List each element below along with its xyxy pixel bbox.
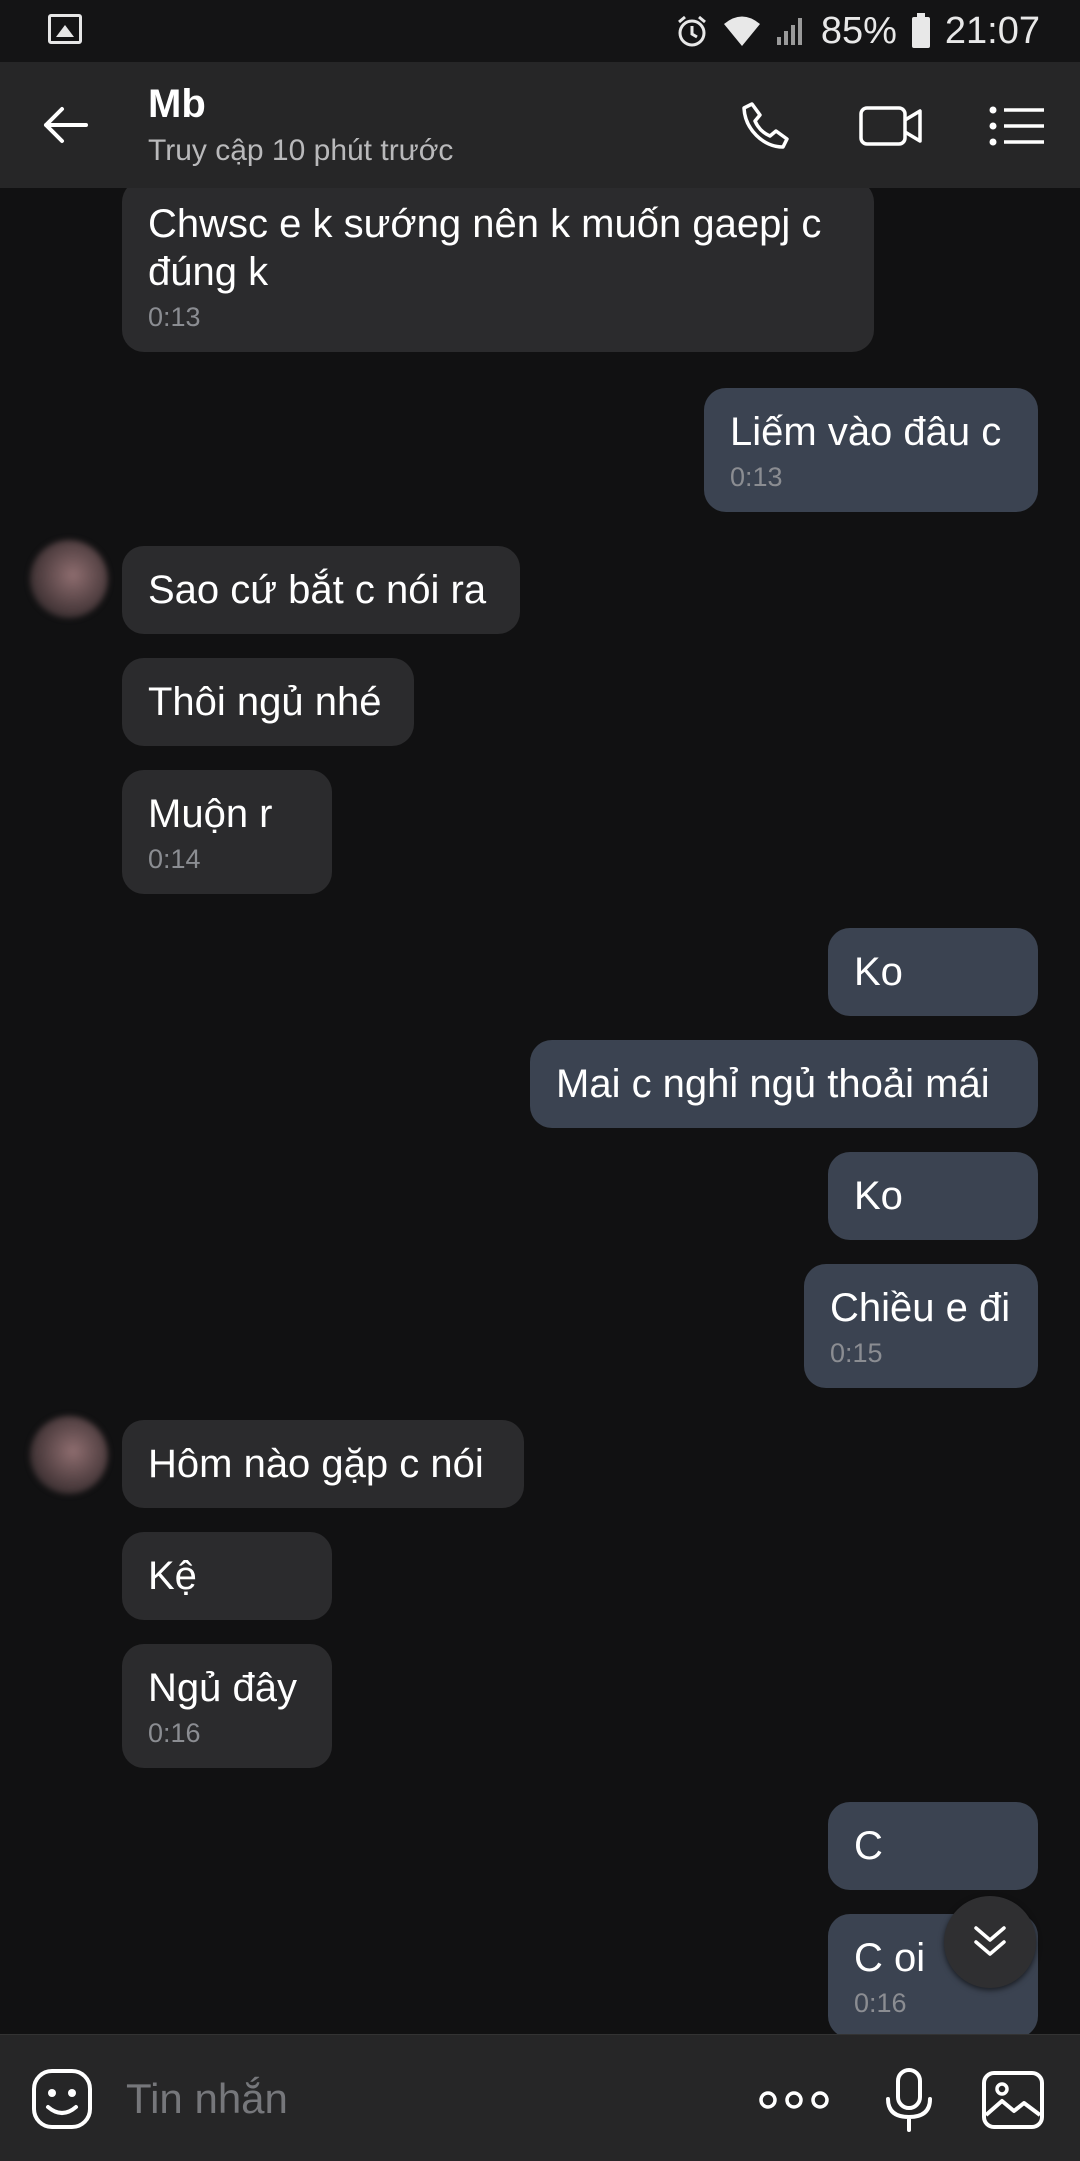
message-bubble-outgoing[interactable]: Ko (828, 928, 1038, 1016)
message-text: Ngủ đây (148, 1666, 297, 1710)
message-text: Liếm vào đâu c (730, 410, 1002, 454)
message-bubble-outgoing[interactable]: Ko (828, 1152, 1038, 1240)
message-bubble-incoming[interactable]: Chwsc e k sướng nên k muốn gaepj c đúng … (122, 188, 874, 352)
back-arrow-icon[interactable] (40, 100, 90, 150)
message-text: Chiều e đi (830, 1286, 1011, 1330)
message-bubble-outgoing[interactable]: Liếm vào đâu c 0:13 (704, 388, 1038, 512)
message-bubble-outgoing[interactable]: Chiều e đi 0:15 (804, 1264, 1038, 1388)
image-icon (48, 14, 82, 44)
message-text: Sao cứ bắt c nói ra (148, 568, 487, 612)
double-chevron-down-icon (974, 1926, 1006, 1956)
chat-header: Mb Truy cập 10 phút trước (0, 62, 1080, 188)
message-time: 0:13 (730, 462, 783, 492)
message-bubble-outgoing[interactable]: C (828, 1802, 1038, 1890)
message-bubble-incoming[interactable]: Kệ (122, 1532, 332, 1620)
message-time: 0:13 (148, 302, 201, 332)
message-text: Chwsc e k sướng nên k muốn gaepj c đúng … (148, 202, 822, 294)
gallery-icon[interactable] (980, 2067, 1046, 2133)
avatar[interactable] (30, 540, 108, 618)
message-text: Kệ (148, 1554, 197, 1598)
message-time: 0:16 (854, 1988, 907, 2018)
message-text: Ko (854, 1174, 903, 1218)
message-time: 0:14 (148, 844, 201, 874)
status-icons: 85% 21:07 (675, 8, 1040, 54)
message-time: 0:16 (148, 1718, 201, 1748)
alarm-icon (677, 15, 706, 47)
message-bubble-incoming[interactable]: Sao cứ bắt c nói ra (122, 546, 520, 634)
message-text: Ko (854, 950, 903, 994)
message-list[interactable]: Chwsc e k sướng nên k muốn gaepj c đúng … (0, 188, 1080, 2034)
menu-list-icon[interactable] (988, 98, 1046, 154)
message-bubble-incoming[interactable]: Ngủ đây 0:16 (122, 1644, 332, 1768)
wifi-icon (723, 16, 760, 46)
video-call-icon[interactable] (858, 98, 924, 154)
message-bubble-outgoing[interactable]: Mai c nghỉ ngủ thoải mái (530, 1040, 1038, 1128)
last-seen-status: Truy cập 10 phút trước (148, 134, 454, 167)
battery-percent: 85% (820, 9, 897, 52)
message-text: Mai c nghỉ ngủ thoải mái (556, 1062, 990, 1106)
message-text: Hôm nào gặp c nói (148, 1442, 484, 1486)
message-time: 0:15 (830, 1338, 883, 1368)
message-text: C (854, 1824, 883, 1868)
message-bubble-incoming[interactable]: Muộn r 0:14 (122, 770, 332, 894)
sticker-icon[interactable] (30, 2067, 96, 2133)
microphone-icon[interactable] (876, 2067, 942, 2133)
contact-name[interactable]: Mb (148, 82, 206, 127)
message-input-bar: Tin nhắn (0, 2034, 1080, 2161)
status-bar: 85% 21:07 (0, 0, 1080, 62)
message-text: Thôi ngủ nhé (148, 680, 382, 724)
more-dots-icon[interactable] (758, 2067, 830, 2133)
phone-icon[interactable] (738, 98, 794, 154)
battery-icon (911, 13, 930, 48)
avatar[interactable] (30, 1416, 108, 1494)
message-bubble-incoming[interactable]: Hôm nào gặp c nói (122, 1420, 524, 1508)
message-bubble-incoming[interactable]: Thôi ngủ nhé (122, 658, 414, 746)
signal-icon (776, 18, 802, 45)
clock: 21:07 (944, 9, 1040, 52)
message-input[interactable]: Tin nhắn (126, 2075, 288, 2123)
message-text: Muộn r (148, 792, 273, 836)
scroll-to-bottom-button[interactable] (944, 1896, 1036, 1988)
